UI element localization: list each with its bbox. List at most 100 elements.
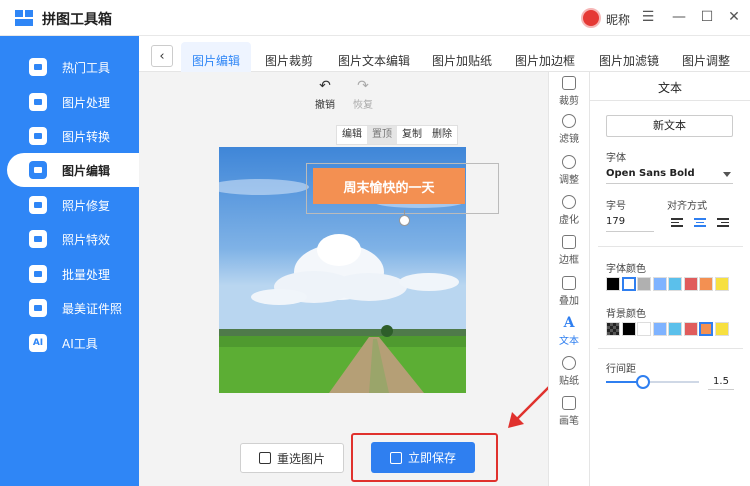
app-title: 拼图工具箱 (42, 12, 112, 28)
font-select[interactable]: Open Sans Bold (606, 166, 733, 184)
align-right-icon[interactable] (717, 218, 729, 228)
text-overlay[interactable]: 周末愉快的一天 (313, 168, 465, 204)
tool-sticker[interactable]: 贴纸 (548, 356, 590, 387)
close-icon[interactable]: ✕ (725, 8, 743, 26)
undo-button[interactable]: ↶ 撤销 (314, 78, 336, 111)
tab-image-sticker[interactable]: 图片加贴纸 (432, 52, 492, 69)
sidebar-item-image-edit[interactable]: 图片编辑 (7, 153, 139, 187)
bg-color-swatch[interactable] (652, 322, 667, 336)
chevron-left-icon: ‹ (159, 48, 165, 64)
bg-color-swatch[interactable] (714, 322, 729, 336)
image-convert-icon (29, 127, 47, 145)
sidebar-item-image-convert[interactable]: 图片转换 (0, 119, 139, 153)
back-button[interactable]: ‹ (151, 45, 173, 67)
sidebar-item-label: 最美证件照 (62, 301, 123, 316)
sidebar-item-id-photo[interactable]: 最美证件照 (0, 291, 139, 325)
tool-border[interactable]: 边框 (548, 235, 590, 266)
tab-image-crop[interactable]: 图片裁剪 (265, 52, 313, 69)
tab-image-text-edit[interactable]: 图片文本编辑 (338, 52, 410, 69)
tool-label: 调整 (559, 175, 579, 186)
adjust-icon (562, 155, 576, 169)
sidebar-item-label: 热门工具 (62, 60, 111, 75)
tab-image-adjust[interactable]: 图片调整 (682, 52, 730, 69)
photo-repair-icon (29, 196, 47, 214)
app-logo-icon (15, 10, 33, 26)
batch-icon (29, 265, 47, 283)
image-icon (258, 452, 271, 464)
panel-divider (590, 100, 750, 101)
sidebar-item-photo-effect[interactable]: 照片特效 (0, 222, 139, 256)
rotate-handle[interactable] (399, 215, 410, 226)
sidebar-item-label: 图片处理 (62, 95, 111, 110)
panel-title: 文本 (657, 81, 682, 95)
font-color-swatch[interactable] (637, 277, 651, 291)
undo-label: 撤销 (315, 100, 335, 111)
font-color-swatch[interactable] (668, 277, 682, 291)
align-label: 对齐方式 (667, 201, 707, 212)
sidebar-item-label: 照片特效 (62, 232, 111, 247)
tab-image-filter[interactable]: 图片加滤镜 (599, 52, 659, 69)
font-color-swatch[interactable] (606, 277, 620, 291)
save-label: 立即保存 (407, 451, 456, 465)
sidebar-item-label: 照片修复 (62, 198, 111, 213)
bg-color-swatch[interactable] (668, 322, 682, 336)
line-spacing-label: 行间距 (606, 364, 636, 375)
avatar[interactable] (581, 8, 601, 28)
tool-adjust[interactable]: 调整 (548, 155, 590, 186)
sidebar-item-label: 图片转换 (62, 129, 111, 144)
sidebar-item-hot-tools[interactable]: 热门工具 (0, 50, 139, 84)
font-size-input[interactable]: 179 (606, 214, 654, 232)
sidebar-item-label: 图片编辑 (62, 163, 111, 178)
save-now-button[interactable]: 立即保存 (371, 442, 475, 473)
font-color-swatch[interactable] (621, 277, 636, 291)
tool-brush[interactable]: 画笔 (548, 396, 590, 427)
bring-to-top-button[interactable]: 置顶 (367, 126, 397, 144)
sidebar-item-batch[interactable]: 批量处理 (0, 257, 139, 291)
reselect-image-button[interactable]: 重选图片 (240, 443, 344, 473)
photo-effect-icon (29, 230, 47, 248)
tab-image-edit[interactable]: 图片编辑 (192, 52, 240, 69)
tab-image-border[interactable]: 图片加边框 (515, 52, 575, 69)
bg-color-swatch[interactable] (699, 322, 713, 336)
bg-color-swatch[interactable] (683, 322, 698, 336)
delete-element-button[interactable]: 删除 (427, 126, 457, 144)
menu-icon[interactable]: ☰ (639, 8, 657, 26)
edit-element-button[interactable]: 编辑 (337, 126, 367, 144)
new-text-button[interactable]: 新文本 (606, 115, 733, 137)
font-color-swatch[interactable] (714, 277, 729, 291)
sidebar-item-image-process[interactable]: 图片处理 (0, 85, 139, 119)
font-color-swatch[interactable] (699, 277, 713, 291)
font-value: Open Sans Bold (606, 168, 695, 179)
tool-label: 画笔 (559, 416, 579, 427)
tool-blur[interactable]: 虚化 (548, 195, 590, 226)
sidebar-item-label: AI工具 (62, 336, 98, 351)
nickname-label[interactable]: 昵称 (606, 11, 630, 28)
line-spacing-input[interactable]: 1.5 (708, 374, 734, 390)
bg-color-swatch[interactable] (606, 322, 620, 336)
copy-element-button[interactable]: 复制 (397, 126, 427, 144)
panel-divider (598, 246, 743, 247)
sidebar-item-photo-repair[interactable]: 照片修复 (0, 188, 139, 222)
tool-overlay[interactable]: 叠加 (548, 276, 590, 307)
font-color-swatch[interactable] (652, 277, 667, 291)
font-color-swatch[interactable] (683, 277, 698, 291)
redo-button[interactable]: ↷ 恢复 (352, 78, 374, 111)
align-left-icon[interactable] (671, 218, 683, 228)
maximize-icon[interactable]: ☐ (698, 8, 716, 26)
brush-icon (562, 396, 576, 410)
align-center-icon[interactable] (694, 218, 706, 228)
bg-color-swatch[interactable] (637, 322, 651, 336)
sidebar-item-ai[interactable]: AI AI工具 (0, 326, 139, 360)
bg-color-swatch[interactable] (621, 322, 636, 336)
tool-text[interactable]: A 文本 (548, 316, 590, 347)
tool-crop[interactable]: 裁剪 (548, 76, 590, 107)
redo-label: 恢复 (353, 100, 373, 111)
font-color-label: 字体颜色 (606, 264, 646, 275)
minimize-icon[interactable]: — (670, 8, 688, 26)
crop-icon (562, 76, 576, 90)
tool-label: 贴纸 (559, 376, 579, 387)
ai-icon: AI (29, 334, 47, 352)
tool-filter[interactable]: 滤镜 (548, 114, 590, 145)
font-label: 字体 (606, 153, 626, 164)
sticker-icon (562, 356, 576, 370)
